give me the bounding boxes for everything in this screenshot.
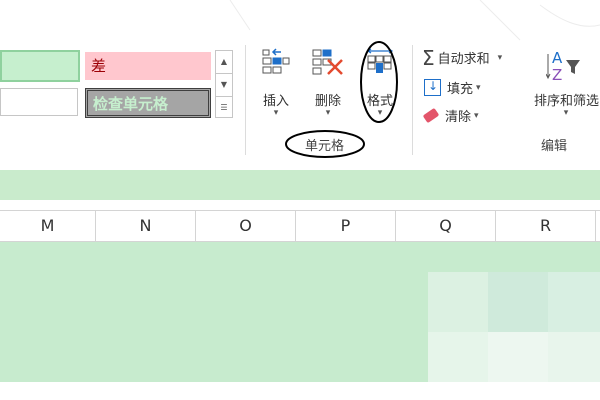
delete-dropdown-arrow[interactable]: ▾ [307, 108, 349, 118]
format-button[interactable]: 格式 ▾ [360, 48, 400, 123]
worksheet-cells-area[interactable] [0, 242, 600, 382]
watermark-tile [548, 332, 600, 382]
fill-label: 填充 [447, 82, 474, 97]
autosum-dropdown-arrow[interactable]: ▾ [498, 53, 503, 63]
watermark-tile [488, 272, 548, 332]
watermark-tile [428, 272, 488, 332]
style-bad-label: 差 [91, 57, 107, 75]
column-header-m[interactable]: M [0, 211, 96, 241]
column-header-n[interactable]: N [96, 211, 196, 241]
bottom-edge [0, 382, 600, 400]
style-check-cell[interactable]: 检查单元格 [85, 88, 211, 118]
delete-cells-icon [312, 49, 343, 75]
sort-filter-icon: A Z [546, 49, 580, 84]
style-normal-cell[interactable] [0, 88, 78, 116]
clear-label: 清除 [445, 110, 472, 125]
delete-label: 删除 [314, 94, 341, 109]
gallery-more-button[interactable]: ☰ [216, 97, 232, 119]
style-bad-cell[interactable]: 差 [85, 52, 211, 80]
svg-text:A: A [552, 49, 563, 67]
sort-filter-button[interactable]: A Z 排序和筛选 ▾ [532, 48, 600, 123]
column-header-o[interactable]: O [196, 211, 296, 241]
fill-down-icon: ↓ [424, 79, 441, 96]
sort-filter-dropdown-arrow[interactable]: ▾ [532, 108, 600, 118]
format-label: 格式 [366, 94, 393, 109]
autosum-sigma-icon: Σ [422, 45, 435, 70]
gallery-scroll-up-button[interactable]: ▲ [216, 51, 232, 74]
column-header-p[interactable]: P [296, 211, 396, 241]
group-divider [412, 45, 413, 155]
format-cells-icon [366, 48, 394, 73]
clear-button[interactable]: 清除 ▾ [422, 106, 479, 125]
cells-group-label: 单元格 [305, 139, 345, 154]
ribbon: 差 检查单元格 ▲ ▼ ☰ 插入 ▾ 删除 ▾ 格式 ▾ 单元格 Σ 自动求和 … [0, 0, 600, 162]
sort-filter-label: 排序和筛选 [534, 94, 600, 109]
fill-dropdown-arrow[interactable]: ▾ [476, 83, 481, 93]
column-header-q[interactable]: Q [396, 211, 496, 241]
insert-cells-icon [262, 48, 290, 74]
watermark-tile [488, 332, 548, 382]
formula-bar-strip[interactable] [0, 170, 600, 200]
delete-button[interactable]: 删除 ▾ [307, 48, 349, 123]
column-header-row: M N O P Q R [0, 210, 600, 242]
clear-dropdown-arrow[interactable]: ▾ [474, 111, 479, 121]
style-check-label: 检查单元格 [93, 95, 169, 113]
insert-button[interactable]: 插入 ▾ [255, 48, 297, 123]
insert-dropdown-arrow[interactable]: ▾ [255, 108, 297, 118]
group-divider [245, 45, 246, 155]
editing-group-label: 编辑 [541, 139, 568, 154]
column-header-r[interactable]: R [496, 211, 596, 241]
style-good-cell[interactable] [0, 50, 80, 82]
gallery-scroll-down-button[interactable]: ▼ [216, 74, 232, 97]
autosum-label: 自动求和 [437, 52, 490, 67]
insert-label: 插入 [262, 94, 289, 109]
watermark-tile [548, 272, 600, 332]
styles-gallery-scroller[interactable]: ▲ ▼ ☰ [215, 50, 233, 118]
svg-text:Z: Z [552, 66, 562, 84]
eraser-icon [422, 107, 440, 124]
format-dropdown-arrow[interactable]: ▾ [360, 108, 400, 118]
autosum-button[interactable]: Σ 自动求和 ▾ [422, 45, 503, 70]
fill-button[interactable]: ↓ 填充 ▾ [424, 78, 481, 97]
ribbon-background-decoration [229, 0, 600, 41]
watermark-tile [428, 332, 488, 382]
